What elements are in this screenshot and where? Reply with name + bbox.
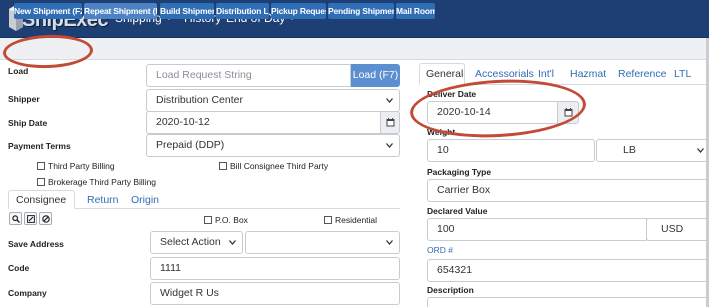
chevron-down-icon <box>386 143 393 148</box>
code-input[interactable]: 1111 <box>150 257 400 280</box>
ord-number-value: 654321 <box>437 264 473 276</box>
company-label: Company <box>8 288 47 298</box>
checkbox-icon <box>219 162 227 170</box>
declared-value-label: Declared Value <box>427 206 488 216</box>
payment-terms-label: Payment Terms <box>8 141 71 151</box>
tab-accessorials[interactable]: Accessorials <box>475 68 534 80</box>
tab-general[interactable]: General <box>426 68 463 80</box>
bill-consignee-third-party-label: Bill Consignee Third Party <box>230 161 329 171</box>
distribution-list-button[interactable]: Distribution List <box>216 3 269 19</box>
action-toolbar <box>0 38 709 60</box>
save-address-select[interactable] <box>245 231 400 254</box>
code-label: Code <box>8 263 30 273</box>
chevron-down-icon <box>697 148 704 153</box>
checkbox-icon <box>324 216 332 224</box>
checkbox-icon <box>204 216 212 224</box>
deliver-date-calendar-button[interactable] <box>557 101 579 124</box>
tab-reference[interactable]: Reference <box>618 68 666 80</box>
declared-value-value: 100 <box>437 223 455 235</box>
chevron-down-icon <box>386 240 393 245</box>
currency-value: USD <box>661 223 684 235</box>
load-request-input[interactable]: Load Request String <box>146 64 351 87</box>
weight-unit-value: LB <box>623 144 636 156</box>
checkbox-icon <box>37 162 45 170</box>
pickup-request-button[interactable]: Pickup Request <box>271 3 326 19</box>
new-shipment-button[interactable]: New Shipment (F2) <box>14 3 82 19</box>
tab-return[interactable]: Return <box>87 194 119 206</box>
shipper-label: Shipper <box>8 94 40 104</box>
tab-ltl[interactable]: LTL <box>674 68 691 80</box>
company-value: Widget R Us <box>160 287 219 299</box>
bill-consignee-third-party-checkbox[interactable]: Bill Consignee Third Party <box>219 161 328 171</box>
description-label: Description <box>427 285 474 295</box>
po-box-label: P.O. Box <box>215 215 248 225</box>
checkbox-icon <box>37 178 45 186</box>
calendar-icon <box>386 118 395 127</box>
deliver-date-input[interactable]: 2020-10-14 <box>427 101 558 124</box>
tab-origin[interactable]: Origin <box>131 194 159 206</box>
packaging-type-select[interactable]: Carrier Box <box>427 179 709 202</box>
payment-terms-value: Prepaid (DDP) <box>156 139 225 151</box>
tab-hazmat[interactable]: Hazmat <box>570 68 606 80</box>
calendar-icon <box>564 108 573 117</box>
weight-input[interactable]: 10 <box>427 139 595 162</box>
shipper-value: Distribution Center <box>156 94 243 106</box>
deliver-date-value: 2020-10-14 <box>437 106 491 118</box>
payment-terms-select[interactable]: Prepaid (DDP) <box>146 134 400 157</box>
ord-number-label[interactable]: ORD # <box>427 245 453 255</box>
weight-label: Weight <box>427 127 456 137</box>
ban-icon <box>42 215 50 223</box>
weight-value: 10 <box>437 144 449 156</box>
declared-value-input[interactable]: 100 <box>427 218 647 241</box>
ship-date-calendar-button[interactable] <box>380 111 400 134</box>
description-input[interactable] <box>427 297 709 307</box>
tab-intl[interactable]: Int'l <box>538 68 554 80</box>
build-shipment-button[interactable]: Build Shipment <box>160 3 214 19</box>
search-icon <box>12 215 20 223</box>
pending-shipments-button[interactable]: Pending Shipments <box>328 3 394 19</box>
brokerage-third-party-billing-checkbox[interactable]: Brokerage Third Party Billing <box>37 177 156 187</box>
third-party-billing-label: Third Party Billing <box>48 161 115 171</box>
chevron-down-icon <box>386 98 393 103</box>
save-address-label: Save Address <box>8 239 64 249</box>
ship-date-value: 2020-10-12 <box>156 116 210 128</box>
ship-date-input[interactable]: 2020-10-12 <box>146 111 381 134</box>
packaging-type-label: Packaging Type <box>427 167 492 177</box>
company-input[interactable]: Widget R Us <box>150 282 400 305</box>
brokerage-third-party-billing-label: Brokerage Third Party Billing <box>48 177 157 187</box>
residential-checkbox[interactable]: Residential <box>324 215 377 225</box>
shipper-select[interactable]: Distribution Center <box>146 89 400 112</box>
load-label: Load <box>8 66 29 76</box>
third-party-billing-checkbox[interactable]: Third Party Billing <box>37 161 115 171</box>
search-address-button[interactable] <box>9 212 22 225</box>
repeat-shipment-button[interactable]: Repeat Shipment (F8) <box>84 3 157 19</box>
code-value: 1111 <box>160 262 182 274</box>
currency-select[interactable]: USD <box>646 218 709 241</box>
edit-address-button[interactable] <box>24 212 37 225</box>
save-address-action-value: Select Action <box>160 236 221 248</box>
ship-date-label: Ship Date <box>8 118 48 128</box>
clear-address-button[interactable] <box>39 212 52 225</box>
edit-icon <box>27 215 35 223</box>
weight-unit-select[interactable]: LB <box>596 139 709 162</box>
load-button[interactable]: Load (F7) <box>351 64 400 87</box>
po-box-checkbox[interactable]: P.O. Box <box>204 215 248 225</box>
chevron-down-icon <box>229 240 236 245</box>
deliver-date-label: Deliver Date <box>427 89 477 99</box>
packaging-type-value: Carrier Box <box>437 184 491 196</box>
residential-label: Residential <box>335 215 378 225</box>
ord-number-input[interactable]: 654321 <box>427 259 709 282</box>
save-address-action-select[interactable]: Select Action <box>150 231 243 254</box>
tab-consignee[interactable]: Consignee <box>16 194 66 206</box>
mail-room-button[interactable]: Mail Room <box>396 3 435 19</box>
